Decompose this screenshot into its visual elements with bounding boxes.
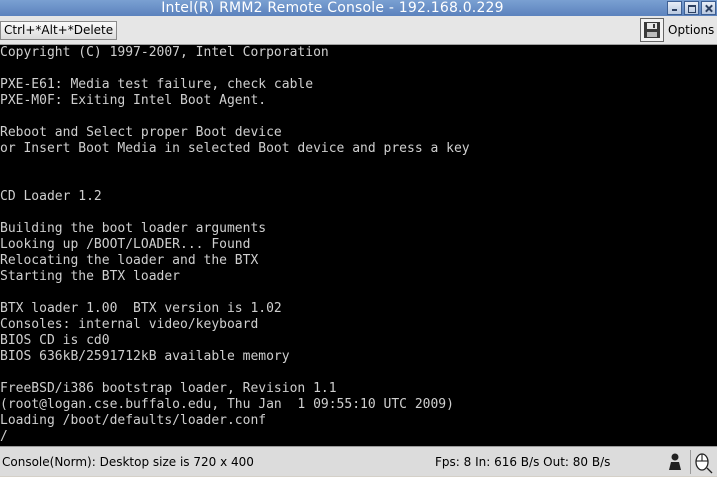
console-line: Relocating the loader and the BTX xyxy=(0,253,259,268)
ctrl-alt-delete-button[interactable]: Ctrl+*Alt+*Delete xyxy=(0,21,118,40)
remote-console-screen[interactable]: Copyright (C) 1997-2007, Intel Corporati… xyxy=(0,45,717,446)
minimize-icon[interactable] xyxy=(667,1,682,15)
console-line: (root@logan.cse.buffalo.edu, Thu Jan 1 0… xyxy=(0,397,454,412)
console-line: Starting the BTX loader xyxy=(0,269,181,284)
traffic-status-text: Fps: 8 In: 616 B/s Out: 80 B/s xyxy=(435,455,611,469)
console-line: Copyright (C) 1997-2007, Intel Corporati… xyxy=(0,45,329,60)
console-line: / xyxy=(0,429,8,444)
console-line: PXE-M0F: Exiting Intel Boot Agent. xyxy=(0,93,267,108)
title-bar[interactable]: Intel(R) RMM2 Remote Console - 192.168.0… xyxy=(0,0,717,16)
options-button[interactable]: Options xyxy=(668,20,714,40)
user-icon[interactable] xyxy=(665,450,685,474)
window-title: Intel(R) RMM2 Remote Console - 192.168.0… xyxy=(161,0,504,16)
console-line: Reboot and Select proper Boot device xyxy=(0,125,282,140)
console-output: Copyright (C) 1997-2007, Intel Corporati… xyxy=(0,45,470,445)
console-line: BTX loader 1.00 BTX version is 1.02 xyxy=(0,301,282,316)
window-controls xyxy=(667,1,716,15)
console-line: FreeBSD/i386 bootstrap loader, Revision … xyxy=(0,381,337,396)
console-line: Consoles: internal video/keyboard xyxy=(0,317,259,332)
console-line: Building the boot loader arguments xyxy=(0,221,267,236)
maximize-icon[interactable] xyxy=(684,1,699,15)
toolbar: Ctrl+*Alt+*Delete Options xyxy=(0,16,717,45)
console-line: Looking up /BOOT/LOADER... Found xyxy=(0,237,251,252)
mouse-icon[interactable] xyxy=(690,450,715,474)
console-line: BIOS CD is cd0 xyxy=(0,333,110,348)
console-line: Loading /boot/defaults/loader.conf xyxy=(0,413,267,428)
floppy-disk-icon[interactable] xyxy=(640,18,664,42)
console-line: CD Loader 1.2 xyxy=(0,189,102,204)
console-line: PXE-E61: Media test failure, check cable xyxy=(0,77,314,92)
console-line: BIOS 636kB/2591712kB available memory xyxy=(0,349,290,364)
status-bar: Console(Norm): Desktop size is 720 x 400… xyxy=(0,446,717,476)
console-line: or Insert Boot Media in selected Boot de… xyxy=(0,141,470,156)
close-icon[interactable] xyxy=(701,1,716,15)
console-status-text: Console(Norm): Desktop size is 720 x 400 xyxy=(2,455,254,469)
